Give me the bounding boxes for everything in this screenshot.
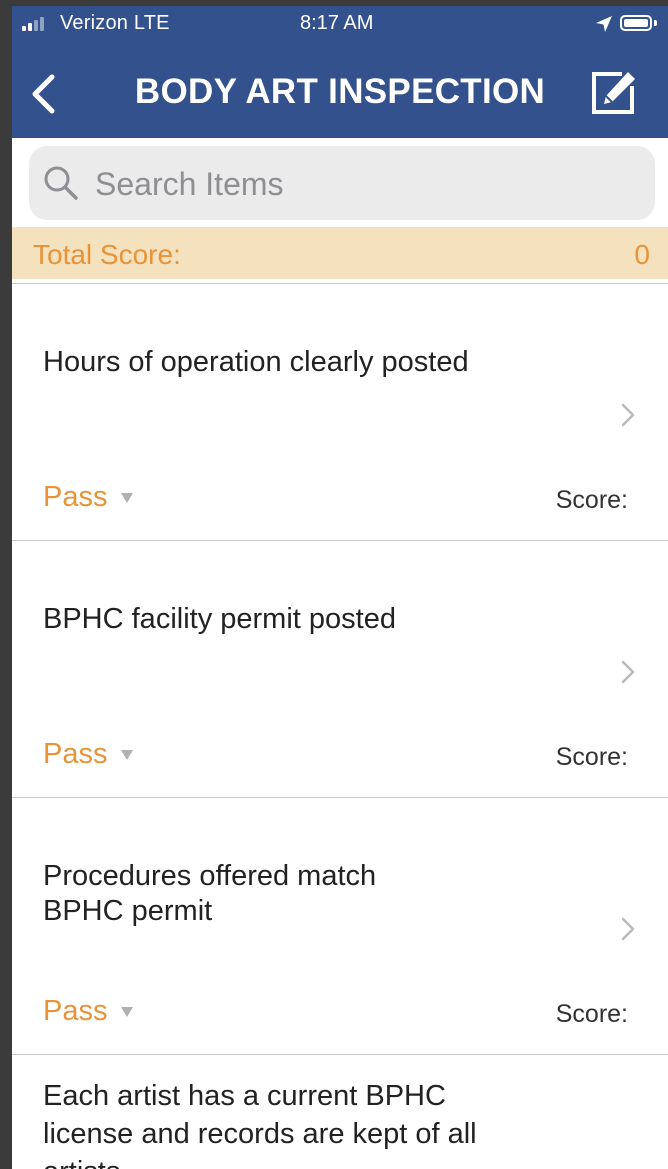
battery-tip (654, 20, 657, 26)
inspection-item-list: Hours of operation clearly posted Pass S… (12, 283, 668, 1169)
score-label: Score: (555, 1000, 628, 1028)
header: Verizon LTE 8:17 AM BODY ART INSPECTION (12, 6, 668, 138)
chevron-right-icon (621, 917, 635, 941)
status-dropdown[interactable]: Pass (43, 737, 134, 771)
signal-icon (22, 17, 50, 31)
item-description: Hours of operation clearly posted (43, 346, 469, 378)
status-value: Pass (43, 480, 108, 513)
list-item[interactable]: Each artist has a current BPHC license a… (12, 1055, 668, 1169)
item-description: BPHC facility permit posted (43, 603, 396, 635)
search-input[interactable] (93, 160, 637, 208)
list-item[interactable]: BPHC facility permit posted Pass Score: (12, 541, 668, 798)
status-dropdown[interactable]: Pass (43, 994, 134, 1028)
status-value: Pass (43, 994, 108, 1027)
status-dropdown[interactable]: Pass (43, 480, 134, 514)
dropdown-arrow-icon (121, 493, 134, 503)
dropdown-arrow-icon (121, 1007, 134, 1017)
search-box (29, 146, 655, 220)
status-bar: Verizon LTE 8:17 AM (12, 6, 668, 42)
total-score-value: 0 (634, 239, 650, 270)
app-screen: Verizon LTE 8:17 AM BODY ART INSPECTION (12, 6, 668, 1169)
total-score-bar: Total Score: 0 (12, 227, 668, 279)
total-score-label: Total Score: (33, 239, 181, 270)
carrier-label: Verizon LTE (60, 12, 170, 34)
item-description: Procedures offered match BPHC permit (43, 860, 377, 927)
chevron-right-icon (621, 660, 635, 684)
search-area (12, 138, 668, 226)
score-label: Score: (555, 486, 628, 514)
list-item[interactable]: Procedures offered match BPHC permit Pas… (12, 798, 668, 1055)
item-description: Each artist has a current BPHC license a… (43, 1080, 477, 1169)
score-label: Score: (555, 743, 628, 771)
search-icon (44, 166, 78, 200)
clock: 8:17 AM (300, 12, 374, 34)
page-title: BODY ART INSPECTION (134, 72, 546, 111)
status-value: Pass (43, 737, 108, 770)
battery-icon (620, 15, 652, 31)
dropdown-arrow-icon (121, 750, 134, 760)
edit-icon[interactable] (588, 68, 638, 118)
location-icon (596, 16, 612, 32)
chevron-right-icon (621, 403, 635, 427)
list-item[interactable]: Hours of operation clearly posted Pass S… (12, 284, 668, 541)
